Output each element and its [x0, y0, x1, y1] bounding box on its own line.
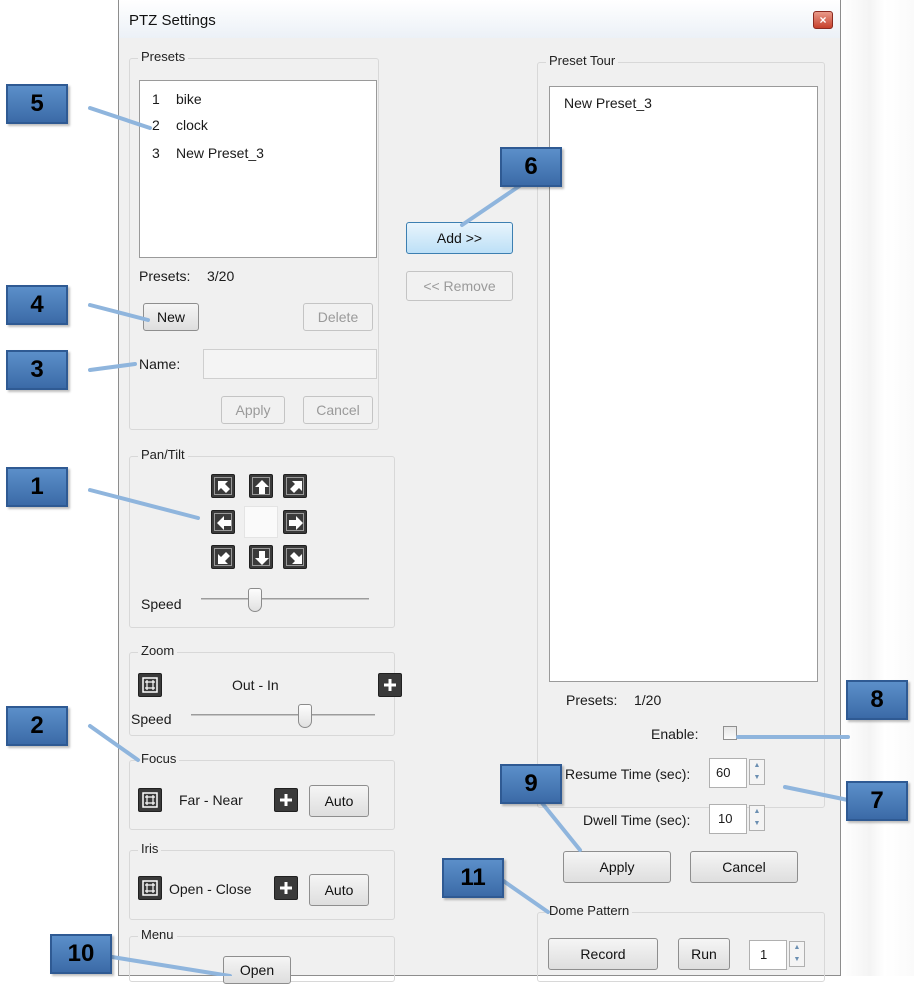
callout-10: 10: [50, 934, 112, 974]
callout-11: 11: [442, 858, 504, 898]
callout-6: 6: [500, 147, 562, 187]
callout-8: 8: [846, 680, 908, 720]
callout-7: 7: [846, 781, 908, 821]
callout-1: 1: [6, 467, 68, 507]
callout-4: 4: [6, 285, 68, 325]
callout-9: 9: [500, 764, 562, 804]
callout-5: 5: [6, 84, 68, 124]
callout-3: 3: [6, 350, 68, 390]
callout-leaders: [88, 106, 850, 976]
callout-2: 2: [6, 706, 68, 746]
